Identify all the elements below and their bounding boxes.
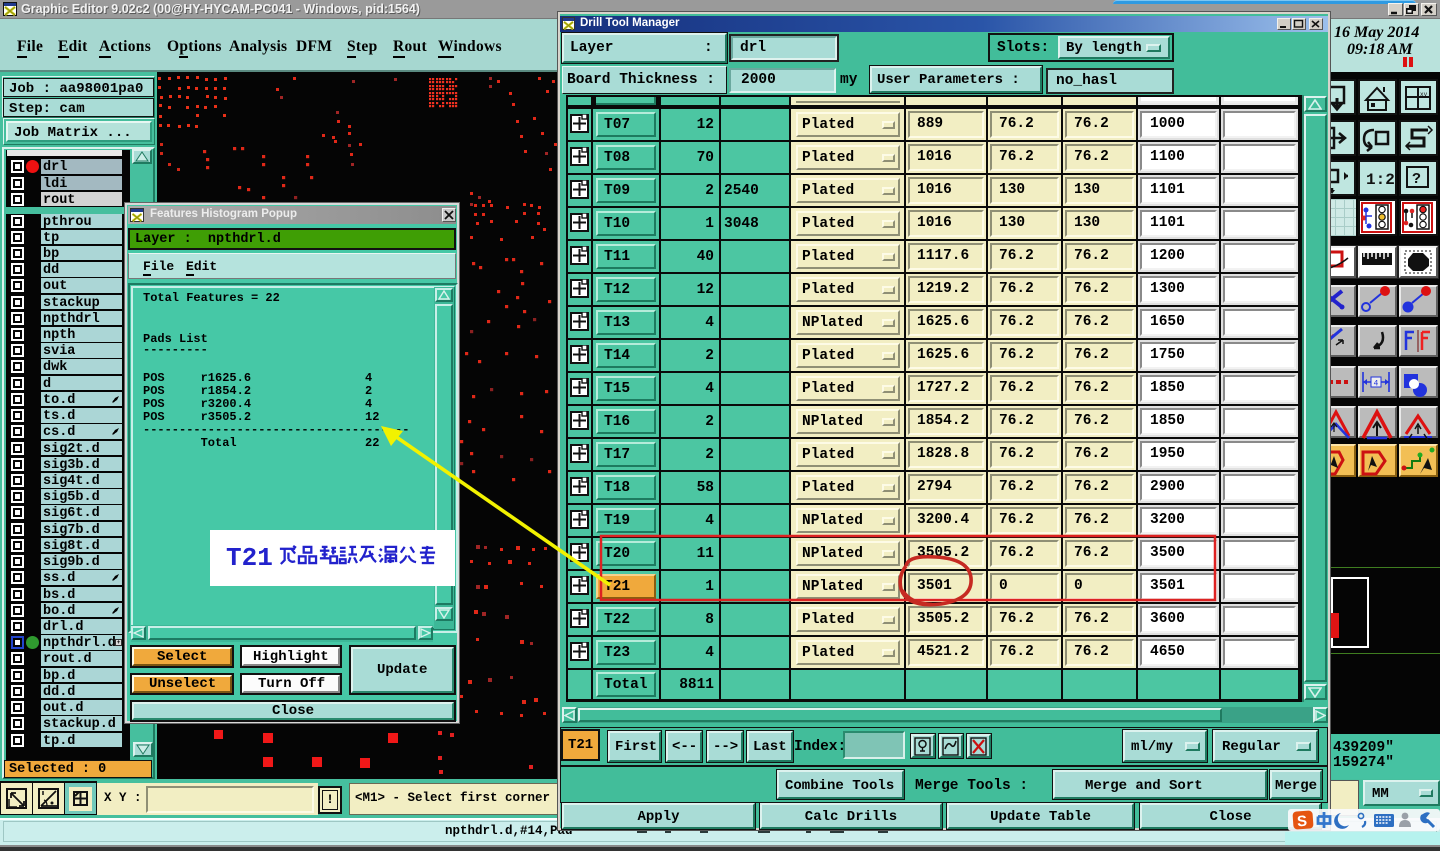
- svg-text:T21: T21: [226, 543, 273, 573]
- svg-text:S: S: [1297, 813, 1308, 830]
